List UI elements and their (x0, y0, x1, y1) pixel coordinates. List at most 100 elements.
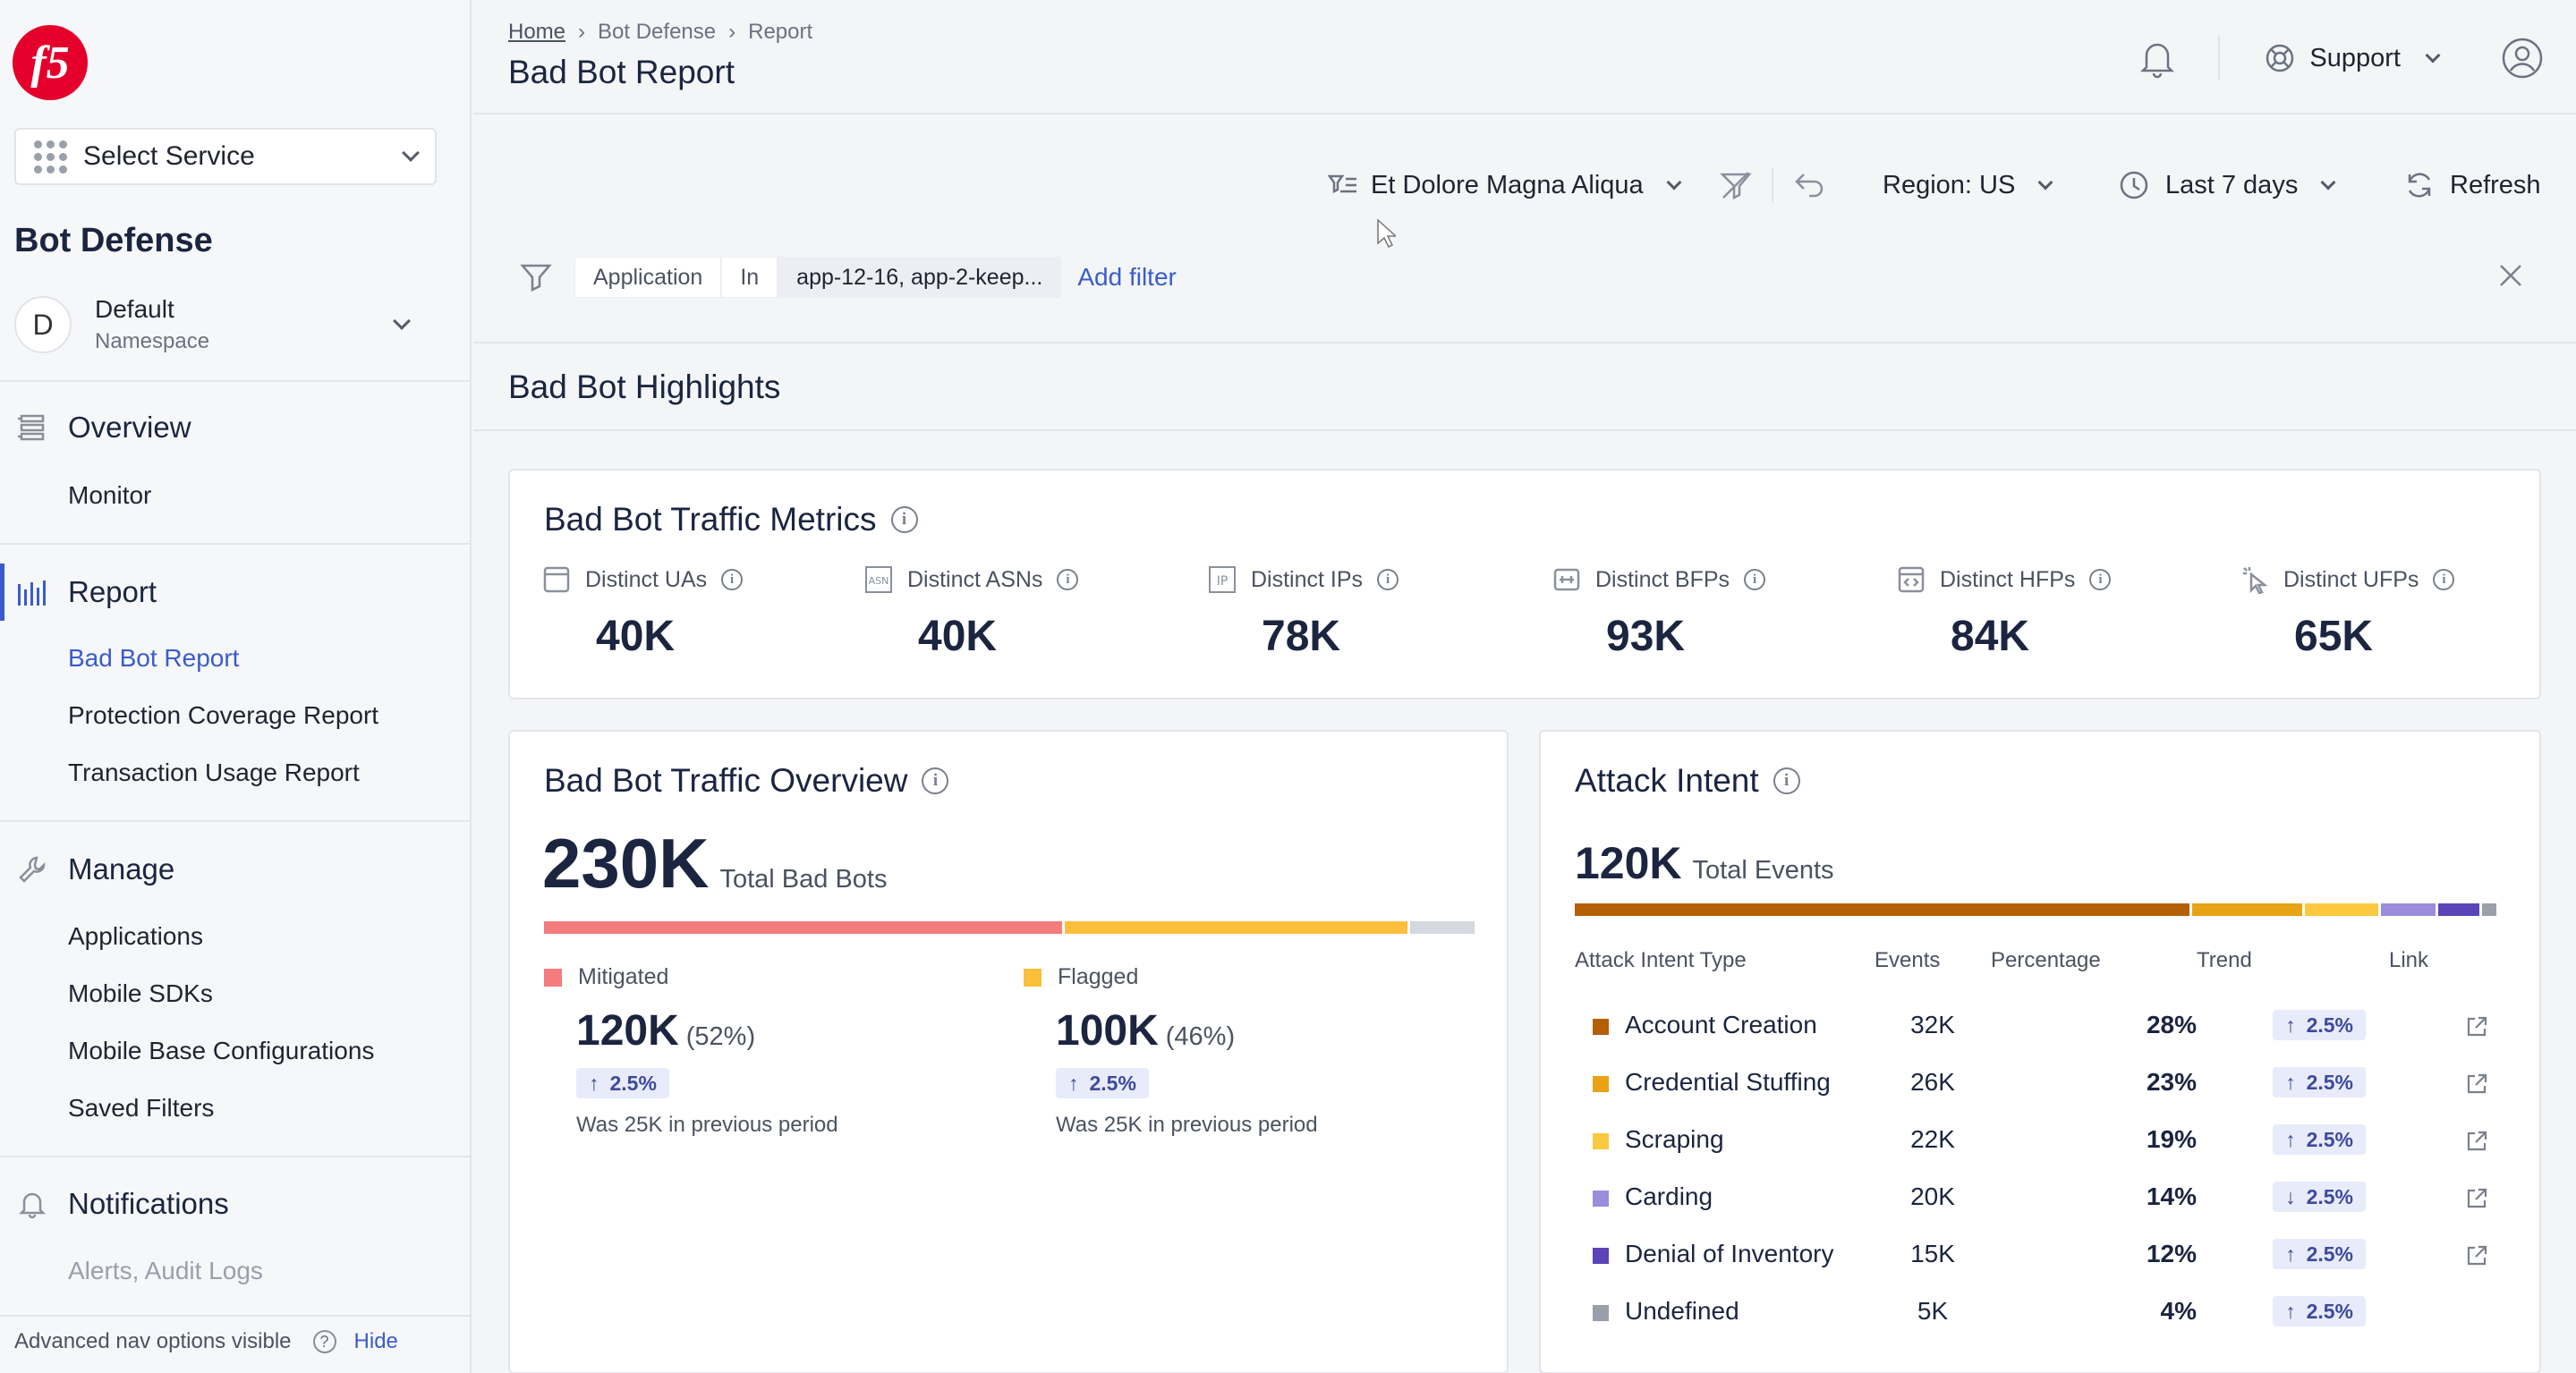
nav-item-alerts-audit-logs[interactable]: Alerts, Audit Logs (68, 1257, 263, 1285)
external-link-icon[interactable] (2464, 1072, 2489, 1097)
filter-field-chip[interactable]: Application (574, 257, 722, 298)
header-actions: Support (2136, 27, 2576, 89)
saved-filter-dropdown[interactable]: Et Dolore Magna Aliqua (1328, 161, 1682, 209)
legend-swatch (1593, 1304, 1609, 1321)
metric-value: 65K (2294, 613, 2374, 660)
region-dropdown[interactable]: Region: US (1883, 161, 2053, 209)
attack-intent-title: Attack Intent i (1575, 762, 1800, 800)
nav-item-mobile-sdks[interactable]: Mobile SDKs (68, 979, 213, 1008)
info-icon[interactable]: i (1744, 569, 1766, 590)
percentage-cell: 28% (2146, 1011, 2197, 1038)
namespace-name: Default (95, 295, 174, 323)
info-icon[interactable]: i (1377, 569, 1399, 590)
nav-section-report[interactable]: Report (14, 574, 157, 610)
info-icon[interactable]: i (890, 506, 918, 533)
filter-operator-chip[interactable]: In (721, 257, 778, 298)
reset-icon[interactable] (1791, 167, 1827, 203)
hide-link[interactable]: Hide (354, 1329, 398, 1354)
user-avatar-icon[interactable] (2501, 37, 2544, 80)
breadcrumb-home[interactable]: Home (508, 20, 565, 45)
close-icon[interactable] (2496, 261, 2525, 290)
flagged-percent: (46%) (1165, 1022, 1236, 1051)
nav-item-saved-filters[interactable]: Saved Filters (68, 1094, 214, 1123)
intent-type: Account Creation (1625, 1011, 1817, 1038)
bar-segment (1409, 921, 1475, 934)
filter-value-chip[interactable]: app-12-16, app-2-keep... (778, 257, 1062, 298)
divider (473, 429, 2576, 431)
f5-logo[interactable]: f5 (13, 25, 88, 100)
lifebuoy-icon (2266, 44, 2294, 72)
info-icon[interactable]: i (922, 767, 949, 794)
info-icon[interactable]: i (721, 569, 744, 590)
pointer-click-icon (2243, 567, 2268, 594)
trend-cell: ↑ 2.5% (2197, 1225, 2389, 1283)
nav-section-label: Manage (68, 852, 175, 886)
breadcrumb-bot-defense[interactable]: Bot Defense (598, 20, 716, 45)
external-link-icon[interactable] (2464, 1186, 2489, 1211)
intent-type-cell: Account Creation (1575, 996, 1875, 1054)
arrow-up-icon: ↑ (2285, 1299, 2296, 1323)
nav-item-transaction-usage-report[interactable]: Transaction Usage Report (68, 759, 360, 787)
trend-badge: ↑ 2.5% (1056, 1068, 1149, 1098)
legend-label: Flagged (1058, 964, 1139, 989)
nav-item-applications[interactable]: Applications (68, 922, 203, 951)
legend-swatch (1593, 1190, 1609, 1207)
nav-section-notifications[interactable]: Notifications (14, 1186, 229, 1222)
divider (0, 1156, 470, 1157)
trend-value: 2.5% (2306, 1013, 2353, 1037)
select-service-dropdown[interactable]: Select Service (14, 128, 437, 185)
trend-cell: ↑ 2.5% (2197, 996, 2389, 1054)
product-title: Bot Defense (14, 222, 213, 259)
trend-badge: ↑ 2.5% (2273, 1010, 2366, 1041)
intent-type-cell: Credential Stuffing (1575, 1054, 1875, 1111)
bar-segment (2380, 903, 2436, 916)
external-link-icon[interactable] (2464, 1129, 2489, 1154)
metric-distinct-hfps: Distinct HFPs i 84K (1897, 565, 2112, 661)
help-icon[interactable]: ? (312, 1330, 336, 1353)
nav-item-bad-bot-report[interactable]: Bad Bot Report (68, 644, 239, 673)
chevron-down-icon (393, 312, 411, 330)
total-events: 120K Total Events (1575, 837, 1834, 889)
notifications-bell-icon[interactable] (2136, 37, 2179, 80)
add-filter-link[interactable]: Add filter (1077, 263, 1177, 292)
info-icon[interactable]: i (2433, 569, 2455, 590)
time-range-dropdown[interactable]: Last 7 days (2119, 161, 2336, 209)
nav-section-manage[interactable]: Manage (14, 852, 174, 887)
attack-intent-table: Attack Intent Type Events Percentage Tre… (1575, 948, 2496, 1340)
bar-segment (2304, 903, 2378, 916)
info-icon[interactable]: i (1057, 569, 1079, 590)
nav-item-monitor[interactable]: Monitor (68, 481, 151, 510)
info-icon[interactable]: i (1773, 767, 1800, 794)
nav-section-overview[interactable]: Overview (14, 410, 191, 445)
metric-label: Distinct HFPs (1940, 566, 2076, 592)
external-link-icon[interactable] (2464, 1014, 2489, 1039)
wrench-icon (14, 852, 50, 887)
support-menu[interactable]: Support (2265, 43, 2441, 73)
trend-badge: ↑ 2.5% (2273, 1296, 2366, 1327)
column-header: Link (2389, 948, 2429, 972)
info-icon[interactable]: i (2089, 569, 2112, 590)
arrow-up-icon: ↑ (589, 1071, 599, 1095)
chevron-down-icon (2037, 174, 2053, 191)
metric-label: Distinct UFPs (2283, 566, 2419, 592)
select-service-label: Select Service (83, 141, 255, 171)
namespace-selector[interactable]: D Default Namespace (14, 289, 435, 360)
refresh-label: Refresh (2450, 170, 2541, 199)
bar-segment (2482, 903, 2496, 916)
column-header: Percentage (1991, 948, 2101, 972)
arrow-up-icon: ↑ (2285, 1127, 2296, 1151)
saved-filter-label: Et Dolore Magna Aliqua (1371, 170, 1644, 199)
metric-value: 93K (1606, 613, 1686, 660)
clear-filter-icon[interactable] (1718, 167, 1754, 203)
external-link-icon[interactable] (2464, 1243, 2489, 1268)
nav-item-mobile-base-configurations[interactable]: Mobile Base Configurations (68, 1037, 374, 1065)
refresh-button[interactable]: Refresh (2403, 161, 2541, 209)
table-row: Scraping 22K 19% ↑ 2.5% (1575, 1111, 2496, 1168)
refresh-icon (2408, 173, 2431, 198)
table-row: Denial of Inventory 15K 12% ↑ 2.5% (1575, 1225, 2496, 1283)
mitigated-legend: Mitigated 120K (52%) ↑ 2.5% Was 25K in pre… (544, 964, 838, 1138)
nav-item-protection-coverage-report[interactable]: Protection Coverage Report (68, 701, 378, 730)
page-title: Bad Bot Report (508, 54, 735, 90)
trend-value: 2.5% (1089, 1071, 1136, 1095)
traffic-metrics-title: Bad Bot Traffic Metrics i (544, 501, 918, 538)
